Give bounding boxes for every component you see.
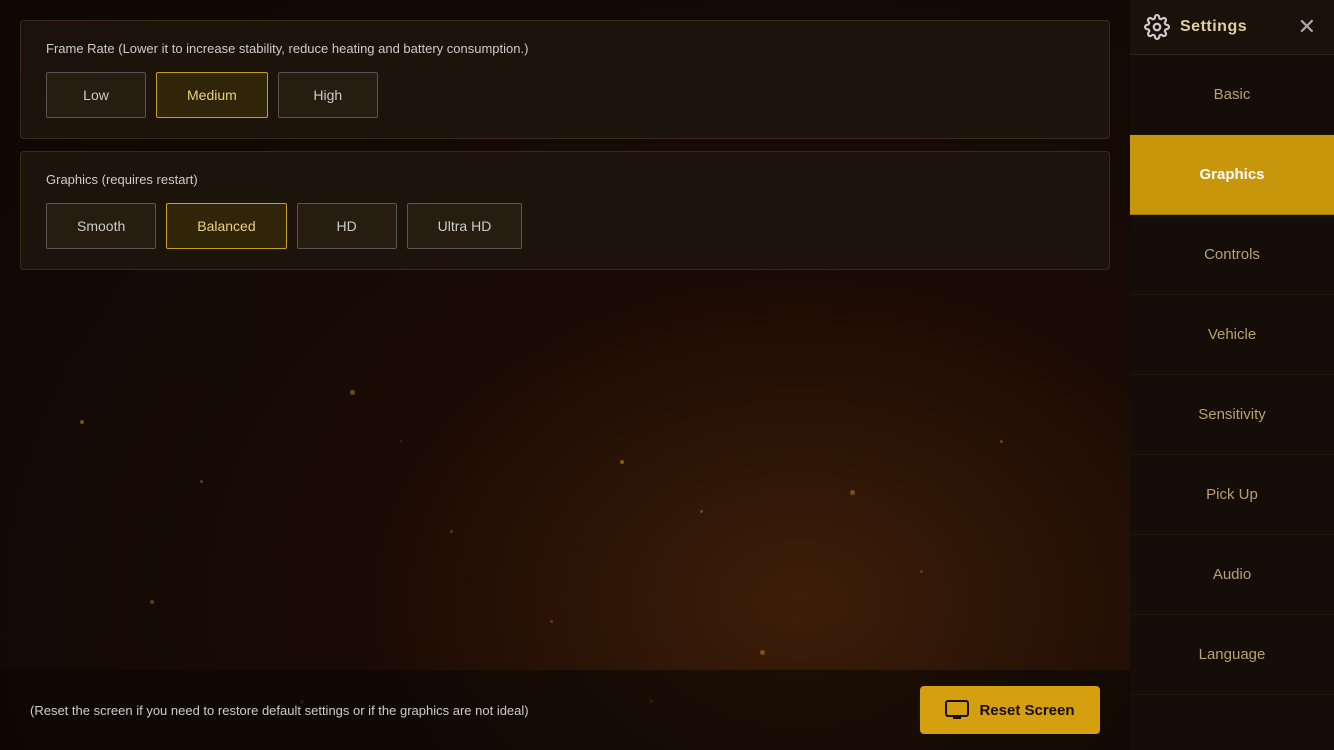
- sidebar-item-sensitivity[interactable]: Sensitivity: [1130, 375, 1334, 455]
- sidebar-items: Basic Graphics Controls Vehicle Sensitiv…: [1130, 55, 1334, 750]
- frame-rate-panel: Frame Rate (Lower it to increase stabili…: [20, 20, 1110, 139]
- sidebar-item-graphics-label: Graphics: [1199, 166, 1264, 183]
- sidebar-header: Settings ✕: [1130, 0, 1334, 55]
- close-button[interactable]: ✕: [1294, 12, 1320, 42]
- reset-hint: (Reset the screen if you need to restore…: [30, 703, 920, 718]
- gear-icon: [1144, 14, 1170, 40]
- graphics-options: Smooth Balanced HD Ultra HD: [46, 203, 1084, 249]
- sidebar-item-audio[interactable]: Audio: [1130, 535, 1334, 615]
- graphics-balanced-button[interactable]: Balanced: [166, 203, 286, 249]
- frame-rate-options: Low Medium High: [46, 72, 1084, 118]
- graphics-hd-button[interactable]: HD: [297, 203, 397, 249]
- frame-rate-label: Frame Rate (Lower it to increase stabili…: [46, 41, 1084, 56]
- reset-screen-button[interactable]: Reset Screen: [920, 686, 1100, 734]
- sidebar-item-basic[interactable]: Basic: [1130, 55, 1334, 135]
- frame-rate-medium-button[interactable]: Medium: [156, 72, 268, 118]
- frame-rate-high-button[interactable]: High: [278, 72, 378, 118]
- sidebar-item-vehicle-label: Vehicle: [1208, 326, 1256, 343]
- monitor-icon: [945, 700, 969, 720]
- sidebar-item-pickup[interactable]: Pick Up: [1130, 455, 1334, 535]
- reset-screen-label: Reset Screen: [979, 702, 1074, 719]
- sidebar-item-language-label: Language: [1199, 646, 1266, 663]
- sidebar-title-wrap: Settings: [1144, 14, 1247, 40]
- sidebar-item-controls-label: Controls: [1204, 246, 1260, 263]
- graphics-label: Graphics (requires restart): [46, 172, 1084, 187]
- graphics-ultrahd-button[interactable]: Ultra HD: [407, 203, 523, 249]
- sidebar-item-pickup-label: Pick Up: [1206, 486, 1258, 503]
- bottom-bar: (Reset the screen if you need to restore…: [0, 670, 1130, 750]
- sidebar-item-audio-label: Audio: [1213, 566, 1251, 583]
- sidebar-title: Settings: [1180, 18, 1247, 36]
- graphics-smooth-button[interactable]: Smooth: [46, 203, 156, 249]
- sidebar: Settings ✕ Basic Graphics Controls Vehic…: [1130, 0, 1334, 750]
- frame-rate-low-button[interactable]: Low: [46, 72, 146, 118]
- sidebar-item-language[interactable]: Language: [1130, 615, 1334, 695]
- sidebar-item-graphics[interactable]: Graphics: [1130, 135, 1334, 215]
- graphics-panel: Graphics (requires restart) Smooth Balan…: [20, 151, 1110, 270]
- sidebar-item-vehicle[interactable]: Vehicle: [1130, 295, 1334, 375]
- sidebar-item-basic-label: Basic: [1214, 86, 1251, 103]
- main-content: Frame Rate (Lower it to increase stabili…: [0, 0, 1130, 750]
- sidebar-item-sensitivity-label: Sensitivity: [1198, 406, 1266, 423]
- sidebar-item-controls[interactable]: Controls: [1130, 215, 1334, 295]
